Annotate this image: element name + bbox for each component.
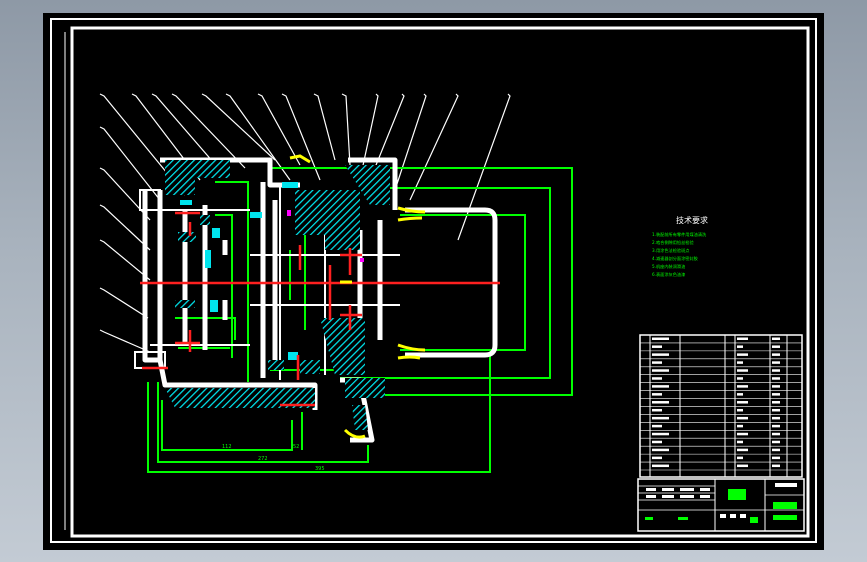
parts-cell-glyph: [737, 369, 748, 372]
parts-cell-glyph: [737, 361, 743, 364]
parts-cell-glyph: [772, 361, 780, 364]
parts-cell-glyph: [737, 440, 743, 444]
parts-cell-glyph: [772, 377, 780, 380]
dim-label-3: 395: [315, 466, 325, 472]
parts-cell-glyph: [737, 393, 743, 396]
parts-cell-glyph: [737, 424, 743, 428]
dim-label-4: 52: [293, 444, 299, 450]
parts-cell-glyph: [737, 401, 748, 404]
parts-cell-glyph: [652, 440, 662, 444]
parts-cell-glyph: [737, 464, 748, 468]
drawing-title-mark: [728, 489, 746, 500]
parts-cell-glyph: [737, 337, 748, 340]
parts-cell-glyph: [652, 385, 669, 388]
parts-cell-glyph: [652, 448, 669, 452]
parts-cell-glyph: [652, 416, 669, 420]
parts-cell-glyph: [737, 448, 748, 452]
parts-cell-glyph: [772, 401, 780, 404]
parts-cell-glyph: [652, 401, 669, 404]
parts-cell-glyph: [772, 408, 780, 412]
parts-cell-glyph: [772, 424, 780, 428]
tech-requirement-line: 5.机座内装润滑油: [652, 263, 685, 270]
title-block: [637, 478, 805, 532]
parts-cell-glyph: [737, 353, 748, 356]
parts-cell-glyph: [652, 361, 662, 364]
drawing-sheet: 112 272 395 52 技术要求 1.装配前所有零件用煤油清洗 2.啮合侧…: [43, 13, 824, 550]
parts-cell-glyph: [652, 353, 669, 356]
parts-cell-glyph: [772, 393, 780, 396]
parts-cell-glyph: [652, 424, 662, 428]
parts-cell-glyph: [652, 464, 669, 468]
parts-cell-glyph: [652, 377, 662, 380]
parts-cell-glyph: [772, 416, 780, 420]
parts-cell-glyph: [737, 416, 748, 420]
parts-cell-glyph: [652, 369, 669, 372]
parts-list-table: [639, 334, 803, 478]
cad-viewport: 112 272 395 52 技术要求 1.装配前所有零件用煤油清洗 2.啮合侧…: [0, 0, 867, 562]
parts-cell-glyph: [737, 432, 748, 436]
parts-cell-glyph: [772, 337, 780, 340]
parts-cell-glyph: [737, 456, 743, 460]
parts-cell-glyph: [652, 408, 662, 412]
parts-cell-glyph: [772, 353, 780, 356]
tech-requirements-heading: 技术要求: [676, 215, 708, 225]
outer-frame: [50, 18, 817, 543]
parts-cell-glyph: [652, 432, 669, 436]
parts-cell-glyph: [772, 432, 780, 436]
dimension-labels: 112 272 395 52: [222, 444, 325, 472]
parts-cell-glyph: [772, 369, 780, 372]
parts-cell-glyph: [772, 456, 780, 460]
tech-requirement-line: 4.减速器剖分面涂密封胶: [652, 255, 698, 262]
parts-cell-glyph: [772, 448, 780, 452]
parts-cell-glyph: [772, 440, 780, 444]
tech-requirement-line: 6.表面涂灰色油漆: [652, 271, 685, 278]
parts-cell-glyph: [652, 345, 662, 348]
cad-drawing: 112 272 395 52 技术要求 1.装配前所有零件用煤油清洗 2.啮合侧…: [50, 18, 817, 543]
parts-cell-glyph: [737, 377, 743, 380]
tech-requirement-line: 1.装配前所有零件用煤油清洗: [652, 231, 707, 238]
dim-label-2: 272: [258, 456, 268, 462]
tech-requirement-line: 3.用涂色法检验斑点: [652, 247, 690, 254]
parts-cell-glyph: [737, 408, 743, 412]
parts-cell-glyph: [652, 456, 662, 460]
tech-requirements: 技术要求 1.装配前所有零件用煤油清洗 2.啮合侧隙用铅丝检验 3.用涂色法检验…: [652, 215, 708, 278]
parts-cell-glyph: [772, 345, 780, 348]
parts-cell-glyph: [737, 345, 743, 348]
parts-cell-glyph: [652, 393, 662, 396]
tech-requirement-line: 2.啮合侧隙用铅丝检验: [652, 239, 694, 246]
parts-cell-glyph: [652, 337, 669, 340]
drawing-number-mark: [773, 502, 797, 509]
dim-label-1: 112: [222, 444, 232, 450]
parts-cell-glyph: [737, 385, 748, 388]
parts-cell-glyph: [772, 464, 780, 468]
parts-cell-glyph: [772, 385, 780, 388]
